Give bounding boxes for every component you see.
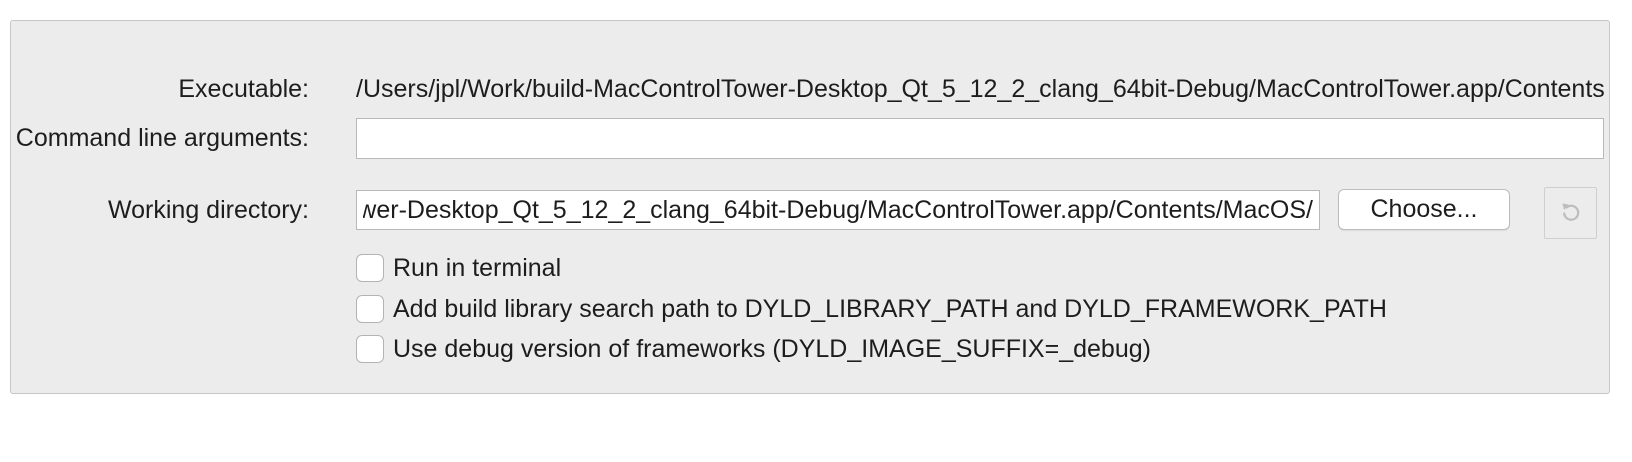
debug-frameworks-option[interactable]: Use debug version of frameworks (DYLD_IM… — [356, 333, 1151, 365]
reset-icon — [1559, 199, 1583, 228]
run-in-terminal-checkbox[interactable] — [356, 254, 384, 282]
debug-frameworks-label: Use debug version of frameworks (DYLD_IM… — [393, 334, 1151, 363]
run-in-terminal-option[interactable]: Run in terminal — [356, 252, 561, 284]
add-library-search-path-checkbox[interactable] — [356, 295, 384, 323]
command-line-arguments-label: Command line arguments: — [15, 124, 309, 152]
working-directory-input[interactable] — [356, 190, 1320, 230]
add-library-search-path-label: Add build library search path to DYLD_LI… — [393, 294, 1387, 323]
reset-working-directory-button[interactable] — [1544, 187, 1597, 239]
debug-frameworks-checkbox[interactable] — [356, 335, 384, 363]
run-in-terminal-label: Run in terminal — [393, 253, 562, 282]
command-line-arguments-input[interactable] — [356, 118, 1604, 159]
working-directory-label: Working directory: — [108, 196, 309, 224]
add-library-search-path-option[interactable]: Add build library search path to DYLD_LI… — [356, 293, 1387, 325]
run-settings-panel: Executable: /Users/jpl/Work/build-MacCon… — [10, 20, 1610, 394]
choose-button[interactable]: Choose... — [1338, 189, 1510, 230]
executable-path: /Users/jpl/Work/build-MacControlTower-De… — [356, 75, 1604, 103]
executable-label: Executable: — [178, 75, 309, 103]
